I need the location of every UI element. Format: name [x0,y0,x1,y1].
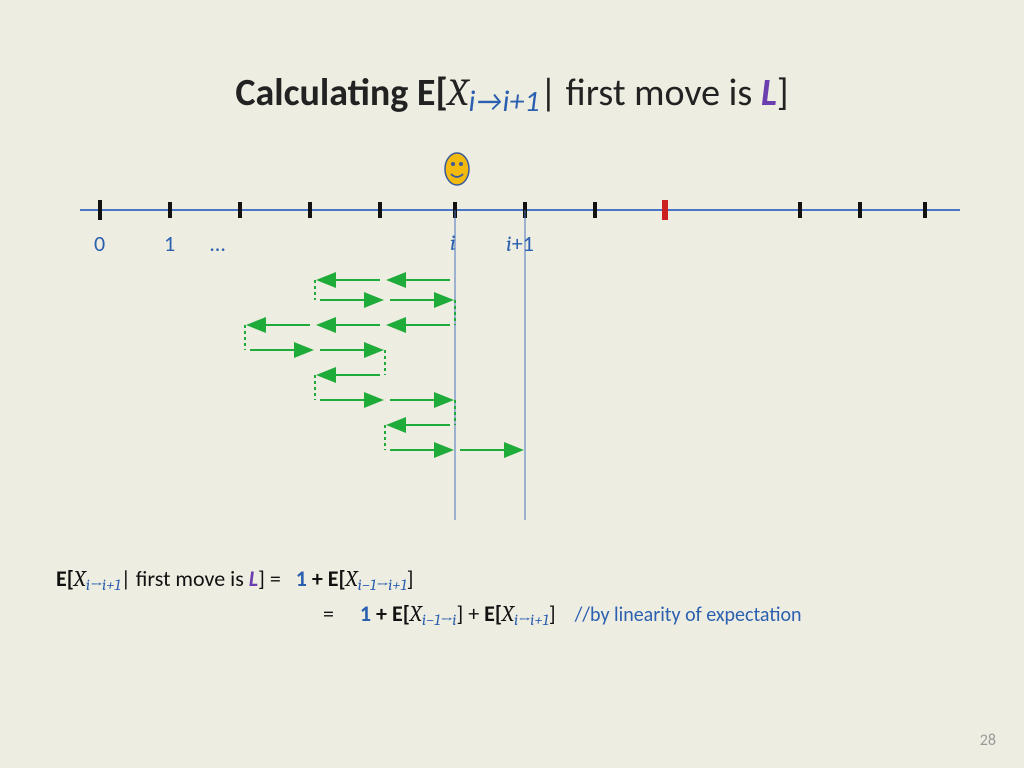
linearity-comment: //by linearity of expectation [575,603,802,627]
title-prefix: Calculating E[ [235,70,447,116]
title-var: X [448,71,469,115]
slide: Calculating E[Xi→i+1| first move is L] [0,0,1024,768]
numberline-diagram: 0 1 … i i+1 [80,160,960,520]
axis-label-1: 1 [164,230,175,257]
diagram-svg [80,160,960,520]
equation-row-1: E[Xi→i+1| first move is L] = 1 + E[Xi−1→… [56,565,802,594]
title-suffix: ] [777,70,789,116]
title-subscript: i→i+1 [469,83,540,120]
title-L: L [761,70,777,116]
axis-label-i: i [450,230,456,256]
eq-indent: = [56,600,340,627]
axis-label-0: 0 [94,230,105,257]
axis-label-dots: … [210,230,225,257]
equation-row-2: = 1 + E[Xi−1→i] + E[Xi→i+1] //by lineari… [56,600,802,629]
title-mid: | first move is [540,70,761,116]
slide-title: Calculating E[Xi→i+1| first move is L] [0,70,1024,120]
page-number: 28 [980,731,996,750]
axis-label-iplus1: i+1 [506,230,534,257]
smiley-icon [443,152,471,186]
equation-block: E[Xi→i+1| first move is L] = 1 + E[Xi−1→… [56,565,802,635]
